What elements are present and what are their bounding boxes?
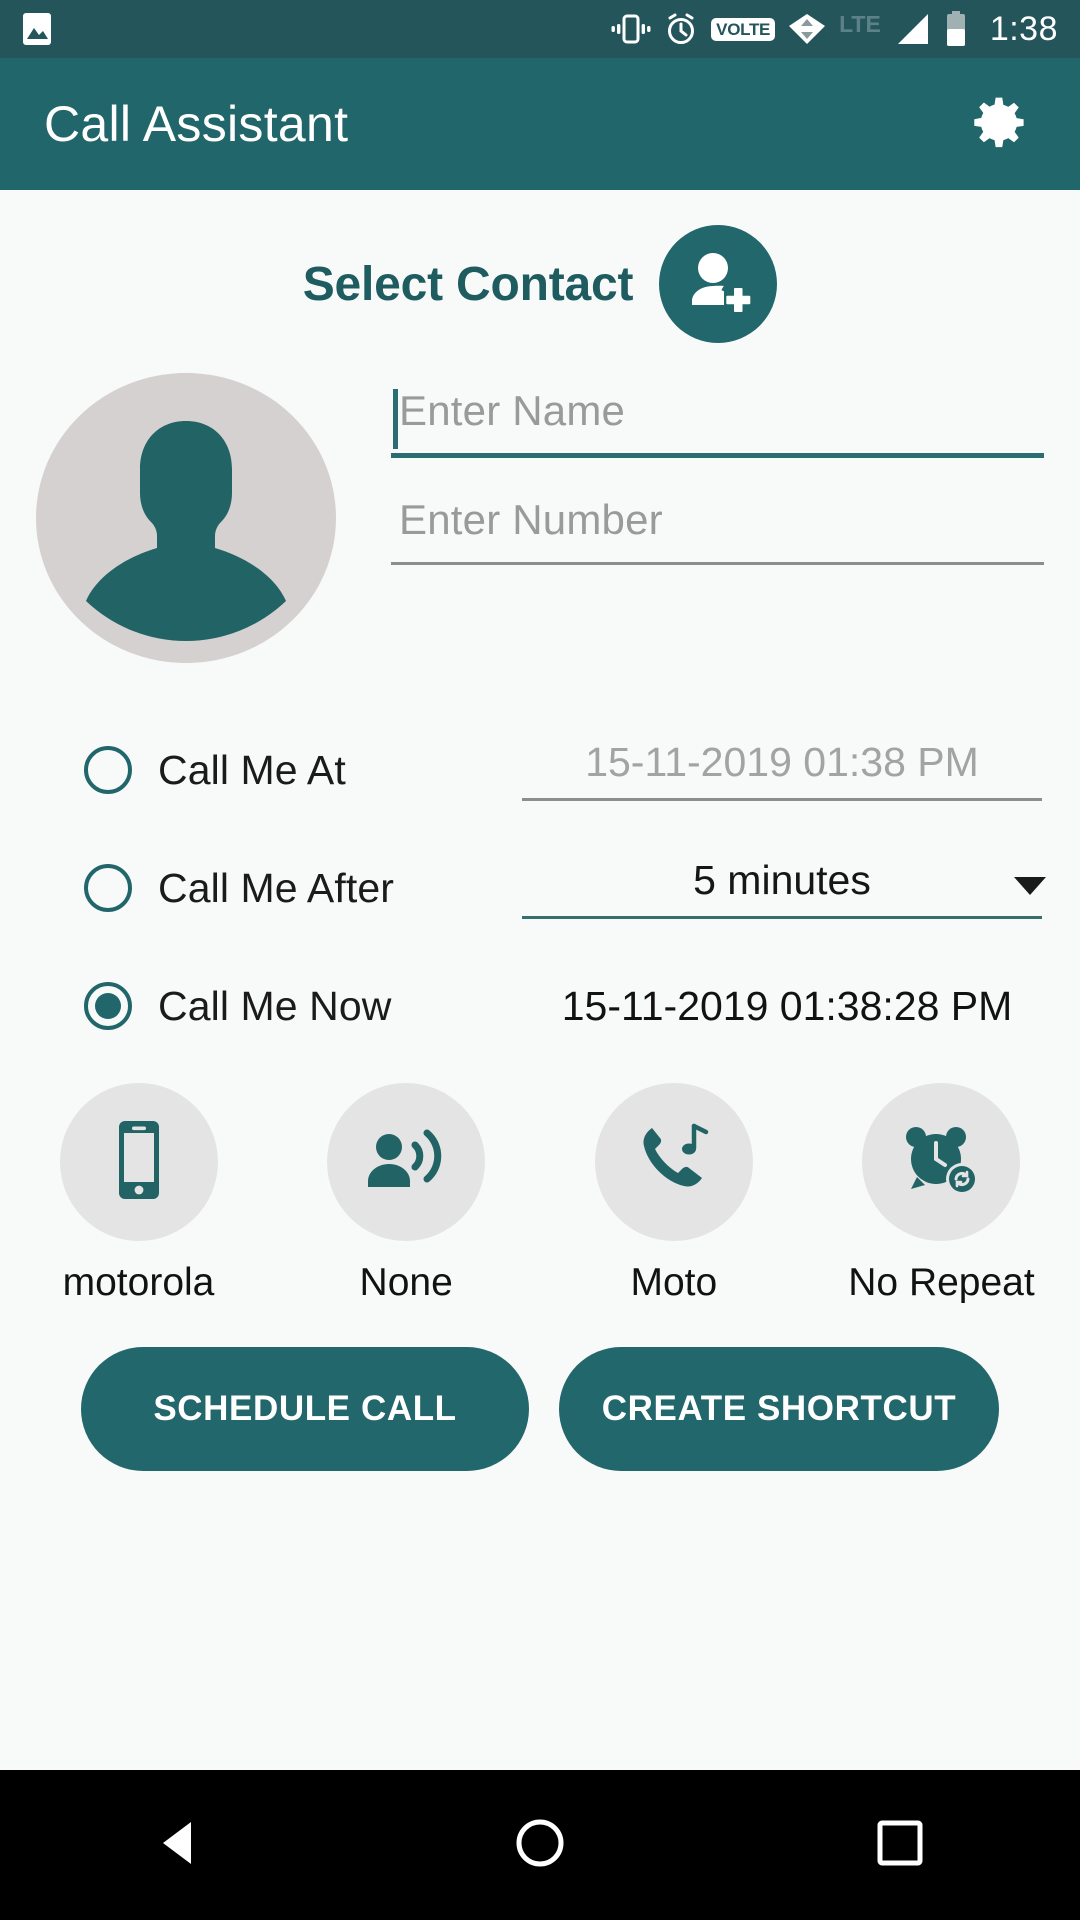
action-buttons: SCHEDULE CALL CREATE SHORTCUT bbox=[0, 1347, 1080, 1471]
add-person-icon bbox=[680, 244, 756, 325]
nav-home-button[interactable] bbox=[480, 1785, 600, 1905]
select-contact-label: Select Contact bbox=[302, 257, 634, 311]
option-ringtone[interactable]: Moto bbox=[581, 1083, 766, 1305]
status-bar-clock: 1:38 bbox=[989, 10, 1058, 48]
call-me-at-underline bbox=[522, 798, 1042, 801]
schedule-options: Call Me At 15-11-2019 01:38 PM Call Me A… bbox=[0, 711, 1080, 1065]
radio-selected-dot bbox=[95, 993, 121, 1019]
status-bar: VOLTE LTE 1:38 bbox=[0, 0, 1080, 58]
gear-icon bbox=[970, 91, 1032, 158]
phone-screen: VOLTE LTE 1:38 Call Assistant Select Con… bbox=[0, 0, 1080, 1920]
option-ringtone-label: Moto bbox=[630, 1261, 718, 1304]
option-label: Call Me After bbox=[158, 864, 394, 911]
nav-recents-button[interactable] bbox=[840, 1785, 960, 1905]
number-field-wrapper[interactable]: Enter Number bbox=[391, 496, 1044, 565]
lte-label: LTE bbox=[839, 10, 881, 37]
option-repeat-button[interactable] bbox=[862, 1083, 1021, 1241]
alarm-repeat-icon bbox=[901, 1121, 981, 1204]
option-sim[interactable]: motorola bbox=[46, 1083, 231, 1305]
contact-entry-row: Enter Name Enter Number bbox=[0, 365, 1080, 663]
call-me-after-dropdown[interactable]: 5 minutes bbox=[522, 857, 1046, 919]
call-me-after-underline bbox=[522, 916, 1042, 919]
settings-button[interactable] bbox=[966, 89, 1036, 159]
text-caret bbox=[393, 389, 398, 449]
select-contact-header: Select Contact bbox=[0, 225, 1080, 343]
signal-icon bbox=[894, 12, 932, 46]
volte-badge: VOLTE bbox=[711, 17, 776, 41]
data-transfer-icon bbox=[788, 12, 826, 46]
add-contact-button[interactable] bbox=[659, 225, 778, 343]
back-triangle-icon bbox=[157, 1818, 203, 1873]
name-input[interactable]: Enter Name bbox=[391, 387, 1044, 453]
nav-back-button[interactable] bbox=[120, 1785, 240, 1905]
person-placeholder-avatar bbox=[36, 373, 336, 663]
call-me-after-value: 5 minutes bbox=[693, 857, 871, 903]
call-me-at-datetime-field[interactable]: 15-11-2019 01:38 PM bbox=[522, 739, 1042, 801]
option-announce[interactable]: None bbox=[314, 1083, 499, 1305]
radio-call-me-now[interactable] bbox=[84, 982, 132, 1030]
option-call-me-at[interactable]: Call Me At 15-11-2019 01:38 PM bbox=[84, 711, 1080, 829]
option-label: Call Me Now bbox=[158, 982, 392, 1029]
home-circle-icon bbox=[515, 1818, 565, 1873]
options-row: motorola None Moto No Repeat bbox=[0, 1065, 1080, 1305]
recents-square-icon bbox=[876, 1819, 924, 1872]
page-title: Call Assistant bbox=[44, 96, 349, 152]
create-shortcut-button[interactable]: CREATE SHORTCUT bbox=[559, 1347, 999, 1471]
option-announce-label: None bbox=[359, 1261, 453, 1304]
vibrate-icon bbox=[611, 12, 651, 46]
image-icon bbox=[22, 12, 52, 46]
number-field-underline bbox=[391, 562, 1044, 565]
name-field-underline bbox=[391, 453, 1044, 458]
option-sim-label: motorola bbox=[62, 1261, 215, 1304]
option-call-me-now[interactable]: Call Me Now 15-11-2019 01:38:28 PM bbox=[84, 947, 1080, 1065]
option-sim-button[interactable] bbox=[59, 1083, 218, 1241]
option-repeat[interactable]: No Repeat bbox=[848, 1083, 1035, 1305]
main-content: Select Contact Enter Name Enter Number C… bbox=[0, 190, 1080, 1770]
person-speaking-icon bbox=[363, 1123, 449, 1202]
call-me-at-value: 15-11-2019 01:38 PM bbox=[585, 739, 979, 785]
navigation-bar bbox=[0, 1770, 1080, 1920]
option-label: Call Me At bbox=[158, 746, 346, 793]
chevron-down-icon bbox=[1014, 877, 1046, 895]
name-field-wrapper[interactable]: Enter Name bbox=[391, 387, 1044, 458]
contact-fields: Enter Name Enter Number bbox=[391, 365, 1044, 603]
avatar bbox=[36, 373, 336, 663]
option-call-me-after[interactable]: Call Me After 5 minutes bbox=[84, 829, 1080, 947]
alarm-icon bbox=[664, 12, 698, 46]
option-ringtone-button[interactable] bbox=[594, 1083, 753, 1241]
phone-device-icon bbox=[106, 1119, 172, 1206]
status-bar-right: VOLTE LTE 1:38 bbox=[611, 11, 1058, 47]
number-input[interactable]: Enter Number bbox=[391, 496, 1044, 562]
option-announce-button[interactable] bbox=[327, 1083, 486, 1241]
radio-call-me-at[interactable] bbox=[84, 746, 132, 794]
schedule-call-button[interactable]: SCHEDULE CALL bbox=[81, 1347, 529, 1471]
status-bar-left bbox=[22, 12, 52, 46]
app-bar: Call Assistant bbox=[0, 58, 1080, 190]
battery-icon bbox=[945, 11, 967, 47]
radio-call-me-after[interactable] bbox=[84, 864, 132, 912]
phone-ringtone-icon bbox=[634, 1120, 714, 1205]
call-me-now-value: 15-11-2019 01:38:28 PM bbox=[561, 982, 1013, 1029]
option-repeat-label: No Repeat bbox=[848, 1261, 1035, 1304]
